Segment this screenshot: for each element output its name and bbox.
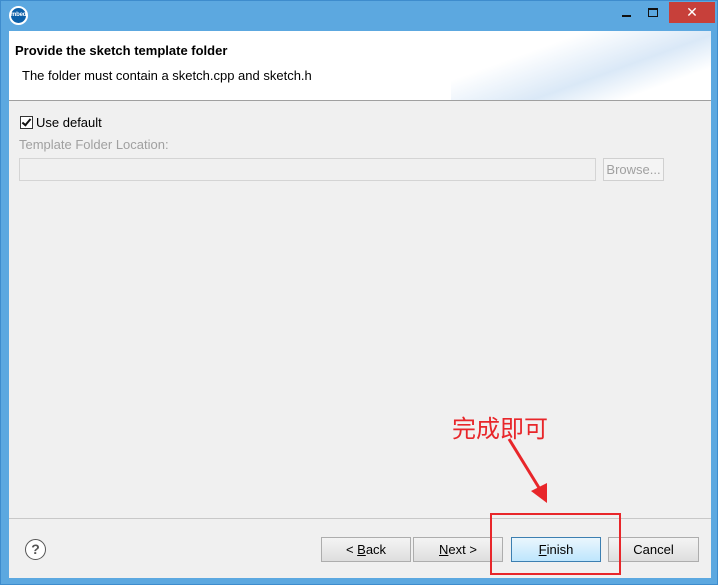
template-folder-location-input[interactable]: [19, 158, 596, 181]
header-banner-decoration: [451, 31, 711, 100]
template-folder-location-label: Template Folder Location:: [19, 137, 169, 152]
back-label-rest: ack: [365, 542, 387, 557]
annotation-highlight-box: [490, 513, 621, 575]
maximize-button[interactable]: [640, 2, 667, 23]
minimize-button[interactable]: [613, 2, 640, 23]
page-title: Provide the sketch template folder: [15, 43, 228, 58]
mbed-logo-icon: mbed: [9, 6, 28, 25]
maximize-icon: [648, 8, 658, 17]
help-icon[interactable]: ?: [25, 539, 46, 560]
next-label-rest: ext >: [448, 542, 477, 557]
dialog-window: mbed ✕ Provide the sketch template folde…: [0, 0, 718, 585]
back-prefix: <: [345, 542, 358, 557]
cancel-button[interactable]: Cancel: [608, 537, 699, 562]
close-button[interactable]: ✕: [669, 2, 715, 23]
checkmark-icon: [21, 115, 32, 127]
minimize-icon: [622, 15, 631, 17]
page-description: The folder must contain a sketch.cpp and…: [22, 68, 312, 83]
use-default-checkbox[interactable]: [20, 115, 33, 129]
back-mnemonic: B: [357, 542, 366, 557]
use-default-label[interactable]: Use default: [36, 115, 102, 130]
next-mnemonic: N: [439, 542, 449, 557]
wizard-body: Use default Template Folder Location: Br…: [9, 102, 711, 518]
use-default-option[interactable]: Use default: [20, 114, 102, 130]
back-button[interactable]: < Back: [321, 537, 411, 562]
browse-button[interactable]: Browse...: [603, 158, 664, 181]
dialog-client-area: Provide the sketch template folder The f…: [9, 31, 711, 578]
wizard-header: Provide the sketch template folder The f…: [9, 31, 711, 101]
title-bar[interactable]: mbed ✕: [1, 1, 717, 31]
close-icon: ✕: [686, 4, 698, 20]
annotation-arrow-icon: [507, 438, 547, 503]
